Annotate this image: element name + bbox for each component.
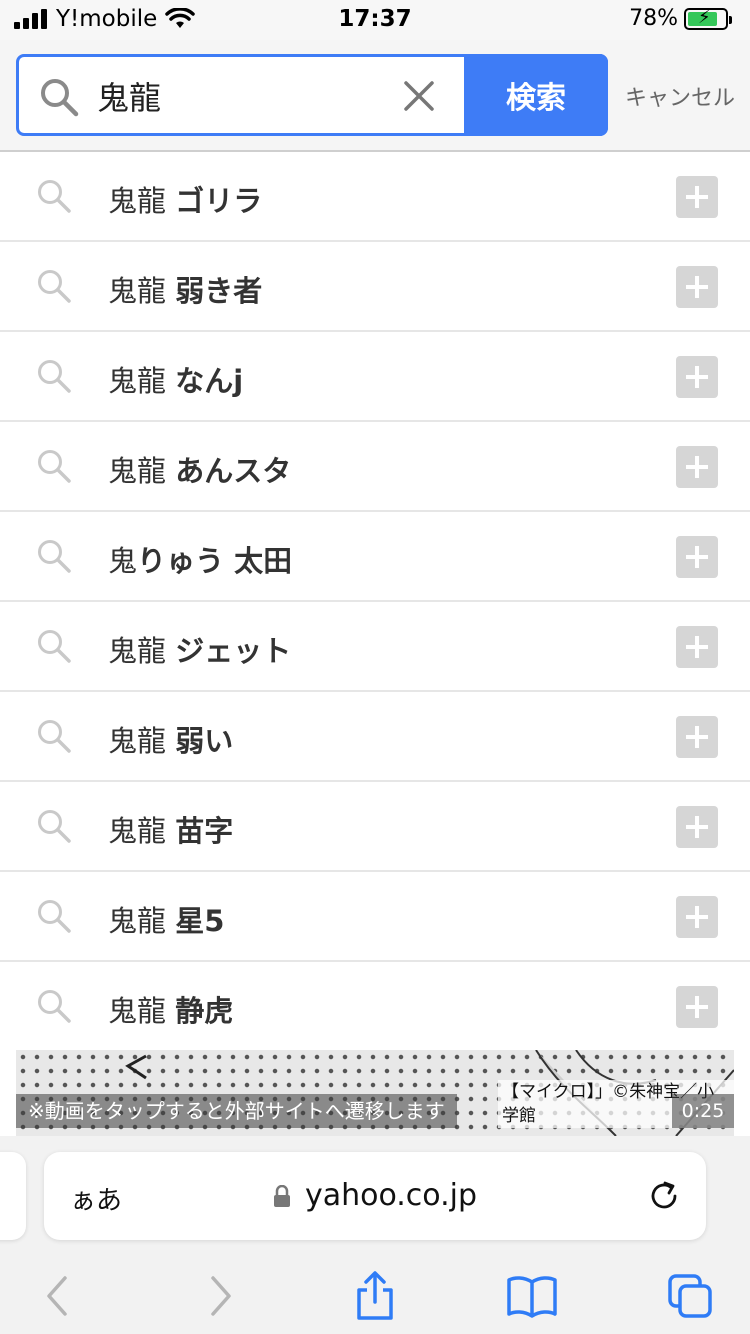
- status-right: 78% ⚡: [629, 6, 732, 31]
- append-plus-icon[interactable]: [676, 446, 718, 488]
- chevron-left-icon: [47, 1276, 67, 1316]
- suggestion-item[interactable]: 鬼龍 ゴリラ: [0, 152, 750, 242]
- video-thumbnail[interactable]: ※動画をタップすると外部サイトへ遷移します 【マイクロ】」©朱神宝／小学館 0:…: [16, 1050, 734, 1136]
- suggestion-text: 鬼龍 弱い: [108, 724, 234, 758]
- suggestion-text: 鬼龍 苗字: [108, 814, 234, 848]
- suggestion-text: 鬼龍 ゴリラ: [108, 184, 263, 218]
- previous-tab-peek[interactable]: [0, 1152, 26, 1240]
- share-button[interactable]: [345, 1268, 405, 1324]
- battery-icon: ⚡: [684, 7, 732, 30]
- search-icon: [38, 630, 71, 663]
- append-plus-icon[interactable]: [676, 806, 718, 848]
- suggestion-item[interactable]: 鬼龍 弱き者: [0, 242, 750, 332]
- suggestion-text: 鬼りゅう 太田: [108, 544, 293, 578]
- tabs-button[interactable]: [660, 1268, 720, 1324]
- append-plus-icon[interactable]: [676, 986, 718, 1028]
- suggestion-item[interactable]: 鬼龍 星5: [0, 872, 750, 962]
- search-icon: [38, 540, 71, 573]
- search-icon: [38, 720, 71, 753]
- status-bar: Y!mobile 17:37 78% ⚡: [0, 0, 750, 40]
- suggestion-item[interactable]: 鬼龍 静虎: [0, 962, 750, 1052]
- search-input[interactable]: 鬼龍: [97, 73, 161, 119]
- video-duration: 0:25: [672, 1094, 734, 1128]
- search-icon: [38, 180, 71, 213]
- clear-icon[interactable]: [399, 76, 439, 116]
- search-header: 鬼龍 検索 キャンセル: [0, 40, 750, 192]
- suggestion-item[interactable]: 鬼龍 あんスタ: [0, 422, 750, 512]
- suggestion-text: 鬼龍 静虎: [108, 994, 234, 1028]
- cancel-button[interactable]: キャンセル: [625, 80, 735, 112]
- book-icon: [507, 1276, 557, 1318]
- append-plus-icon[interactable]: [676, 896, 718, 938]
- forward-button[interactable]: [190, 1268, 250, 1324]
- suggestion-text: 鬼龍 星5: [108, 904, 225, 938]
- search-icon: [38, 990, 71, 1023]
- suggestion-text: 鬼龍 ジェット: [108, 634, 292, 668]
- append-plus-icon[interactable]: [676, 266, 718, 308]
- suggestion-text: 鬼龍 弱き者: [108, 274, 263, 308]
- search-icon: [38, 270, 71, 303]
- append-plus-icon[interactable]: [676, 536, 718, 578]
- suggestion-item[interactable]: 鬼龍 なんj: [0, 332, 750, 422]
- append-plus-icon[interactable]: [676, 356, 718, 398]
- url-text: yahoo.co.jp: [304, 1178, 478, 1213]
- lock-icon: [273, 1185, 290, 1207]
- back-button[interactable]: [28, 1268, 88, 1324]
- reload-icon[interactable]: [646, 1178, 682, 1214]
- suggestion-item[interactable]: 鬼龍 ジェット: [0, 602, 750, 692]
- suggestion-item[interactable]: 鬼龍 弱い: [0, 692, 750, 782]
- share-icon: [357, 1271, 393, 1320]
- search-icon: [38, 450, 71, 483]
- browser-toolbar: [0, 1264, 750, 1334]
- battery-percent: 78%: [629, 6, 678, 31]
- tabs-icon: [668, 1274, 712, 1318]
- chevron-right-icon: [211, 1276, 231, 1316]
- bookmarks-button[interactable]: [502, 1268, 562, 1324]
- append-plus-icon[interactable]: [676, 626, 718, 668]
- append-plus-icon[interactable]: [676, 176, 718, 218]
- suggestion-text: 鬼龍 あんスタ: [108, 454, 292, 488]
- browser-chrome: ぁあ yahoo.co.jp: [0, 1136, 750, 1334]
- search-icon: [38, 810, 71, 843]
- address-bar[interactable]: ぁあ yahoo.co.jp: [44, 1152, 706, 1240]
- suggestion-text: 鬼龍 なんj: [108, 364, 244, 398]
- search-box[interactable]: 鬼龍 検索: [16, 54, 608, 136]
- url-display[interactable]: yahoo.co.jp: [44, 1178, 706, 1213]
- video-notice: ※動画をタップすると外部サイトへ遷移します: [16, 1094, 457, 1128]
- suggestion-item[interactable]: 鬼龍 苗字: [0, 782, 750, 872]
- search-icon: [38, 360, 71, 393]
- search-icon: [41, 79, 79, 117]
- suggestion-list: 鬼龍 ゴリラ 鬼龍 弱き者 鬼龍 なんj 鬼龍 あんスタ 鬼りゅう 太田 鬼龍 …: [0, 152, 750, 1052]
- search-icon: [38, 900, 71, 933]
- suggestion-item[interactable]: 鬼りゅう 太田: [0, 512, 750, 602]
- search-button[interactable]: 検索: [464, 54, 608, 136]
- append-plus-icon[interactable]: [676, 716, 718, 758]
